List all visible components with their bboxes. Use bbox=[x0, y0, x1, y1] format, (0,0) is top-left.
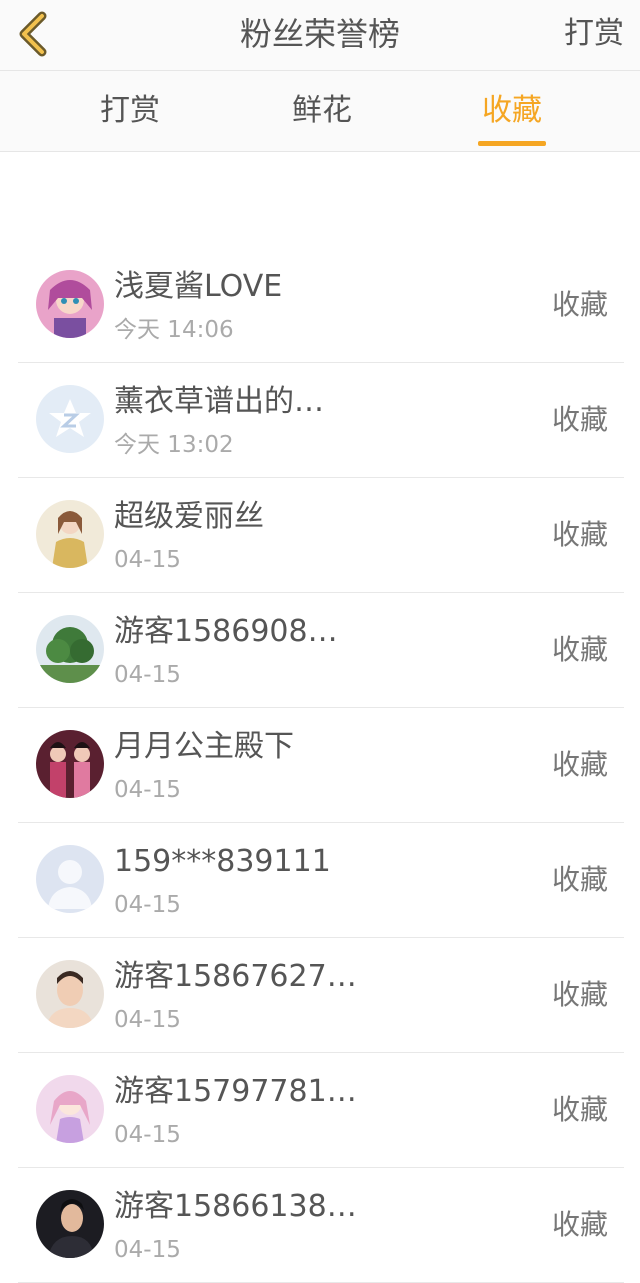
avatar[interactable] bbox=[36, 1075, 104, 1143]
favorite-label: 收藏 bbox=[551, 748, 608, 781]
favorite-label: 收藏 bbox=[551, 518, 608, 551]
favorite-label: 收藏 bbox=[551, 633, 608, 666]
favorite-label: 收藏 bbox=[551, 1093, 608, 1126]
fan-time: 04-15 bbox=[114, 1122, 181, 1148]
avatar[interactable] bbox=[36, 615, 104, 683]
tab-tip[interactable]: 打赏 bbox=[70, 89, 190, 133]
favorite-label: 收藏 bbox=[551, 288, 608, 321]
top-navbar: 粉丝荣誉榜 打赏 bbox=[0, 0, 640, 71]
tab-favorites[interactable]: 收藏 bbox=[452, 89, 572, 133]
list-item[interactable]: 159***839111 04-15 收藏 bbox=[18, 823, 624, 938]
fan-list: 浅夏酱LOVE 今天 14:06 收藏 薰衣草谱出的… 今天 13:02 收藏 … bbox=[0, 248, 640, 1283]
fan-time: 今天 13:02 bbox=[114, 432, 234, 458]
tip-button[interactable]: 打赏 bbox=[564, 12, 624, 56]
tab-flowers[interactable]: 鲜花 bbox=[262, 89, 382, 133]
favorite-label: 收藏 bbox=[551, 403, 608, 436]
fan-name: 游客15797781… bbox=[114, 1074, 357, 1109]
fan-name: 159***839111 bbox=[114, 844, 331, 879]
list-item[interactable]: 游客15866138… 04-15 收藏 bbox=[18, 1168, 624, 1283]
favorite-label: 收藏 bbox=[551, 863, 608, 896]
list-item[interactable]: 薰衣草谱出的… 今天 13:02 收藏 bbox=[18, 363, 624, 478]
list-item[interactable]: 月月公主殿下 04-15 收藏 bbox=[18, 708, 624, 823]
back-icon[interactable] bbox=[14, 10, 54, 58]
list-item[interactable]: 游客15797781… 04-15 收藏 bbox=[18, 1053, 624, 1168]
avatar[interactable] bbox=[36, 730, 104, 798]
fan-time: 04-15 bbox=[114, 892, 181, 918]
avatar[interactable] bbox=[36, 385, 104, 453]
tab-bar: 打赏 鲜花 收藏 bbox=[0, 71, 640, 152]
fan-name: 游客1586908… bbox=[114, 614, 338, 649]
fan-name: 月月公主殿下 bbox=[114, 729, 294, 764]
fan-time: 04-15 bbox=[114, 777, 181, 803]
avatar[interactable] bbox=[36, 960, 104, 1028]
avatar[interactable] bbox=[36, 270, 104, 338]
active-tab-indicator bbox=[478, 141, 546, 146]
fan-name: 浅夏酱LOVE bbox=[114, 269, 283, 304]
fan-time: 今天 14:06 bbox=[114, 317, 234, 343]
fan-time: 04-15 bbox=[114, 662, 181, 688]
page-title: 粉丝荣誉榜 bbox=[239, 15, 400, 53]
avatar[interactable] bbox=[36, 1190, 104, 1258]
avatar[interactable] bbox=[36, 500, 104, 568]
avatar[interactable] bbox=[36, 845, 104, 913]
fan-name: 游客15867627… bbox=[114, 959, 357, 994]
fan-name: 薰衣草谱出的… bbox=[114, 384, 324, 419]
list-item[interactable]: 超级爱丽丝 04-15 收藏 bbox=[18, 478, 624, 593]
fan-time: 04-15 bbox=[114, 1007, 181, 1033]
list-item[interactable]: 浅夏酱LOVE 今天 14:06 收藏 bbox=[18, 248, 624, 363]
list-item[interactable]: 游客15867627… 04-15 收藏 bbox=[18, 938, 624, 1053]
fan-name: 游客15866138… bbox=[114, 1189, 357, 1224]
list-item[interactable]: 游客1586908… 04-15 收藏 bbox=[18, 593, 624, 708]
favorite-label: 收藏 bbox=[551, 1208, 608, 1241]
fan-name: 超级爱丽丝 bbox=[114, 499, 264, 534]
favorite-label: 收藏 bbox=[551, 978, 608, 1011]
fan-time: 04-15 bbox=[114, 547, 181, 573]
fan-time: 04-15 bbox=[114, 1237, 181, 1263]
